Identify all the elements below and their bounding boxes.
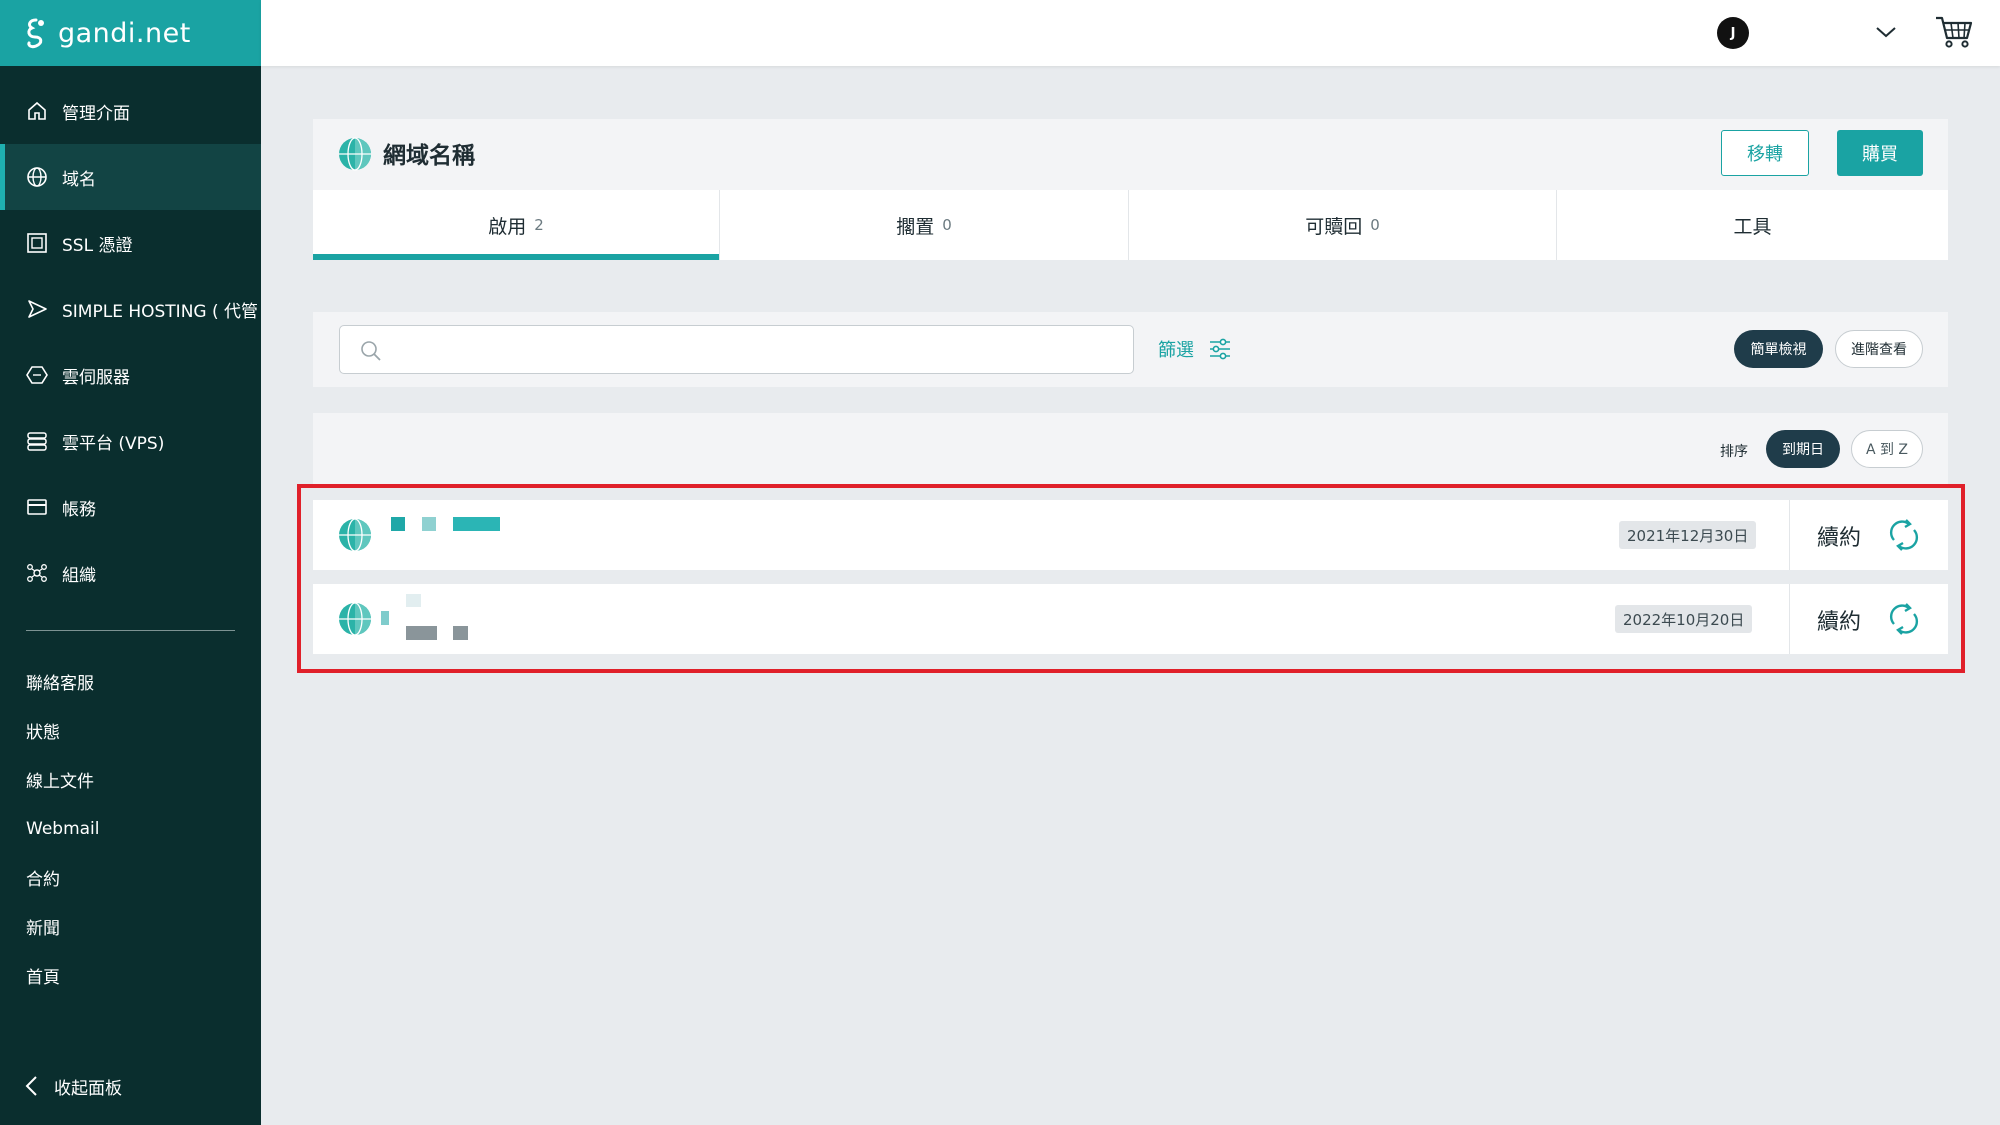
globe-icon <box>339 137 371 171</box>
link-docs[interactable]: 線上文件 <box>0 755 261 804</box>
tab-count: 0 <box>1370 216 1380 234</box>
sidebar-item-label: 域名 <box>62 169 96 190</box>
main-nav: 管理介面 域名 SSL 憑證 SIMPLE HOSTING ( 代管 雲伺服器 … <box>0 78 261 606</box>
tab-on-hold[interactable]: 擱置 0 <box>720 190 1129 260</box>
top-bar: J <box>261 0 2000 66</box>
tab-tools[interactable]: 工具 <box>1557 190 1948 260</box>
tab-label: 啟用 <box>488 215 527 238</box>
tab-count: 2 <box>534 216 544 234</box>
sort-label: 排序 <box>1720 444 1748 460</box>
link-contact-support[interactable]: 聯絡客服 <box>0 657 261 706</box>
certificate-icon <box>27 233 47 253</box>
simple-view-toggle[interactable]: 簡單檢視 <box>1734 330 1823 368</box>
sidebar-item-label: 組織 <box>62 565 96 586</box>
sidebar-item-label: SIMPLE HOSTING ( 代管 <box>62 301 259 322</box>
cloud-server-icon <box>26 366 48 384</box>
chevron-left-icon <box>25 1076 37 1096</box>
secondary-nav: 聯絡客服 狀態 線上文件 Webmail 合約 新聞 首頁 <box>0 657 261 1000</box>
organization-icon <box>27 564 47 582</box>
sidebar-item-domains[interactable]: 域名 <box>0 144 261 210</box>
tab-label: 擱置 <box>896 215 935 238</box>
card-icon <box>27 499 47 515</box>
sidebar-item-ssl[interactable]: SSL 憑證 <box>0 210 261 276</box>
domains-header: 網域名稱 移轉 購買 <box>313 119 1948 190</box>
page-title: 網域名稱 <box>383 143 475 169</box>
link-contracts[interactable]: 合約 <box>0 853 261 902</box>
buy-button[interactable]: 購買 <box>1837 130 1923 176</box>
sidebar-item-organization[interactable]: 組織 <box>0 540 261 606</box>
gandi-logo-icon <box>27 18 44 49</box>
tab-active[interactable]: 啟用 2 <box>313 190 720 260</box>
sidebar-item-label: 雲平台 (VPS) <box>62 433 165 454</box>
sidebar-item-label: SSL 憑證 <box>62 235 133 256</box>
link-news[interactable]: 新聞 <box>0 902 261 951</box>
sort-by-expiry-button[interactable]: 到期日 <box>1766 430 1840 468</box>
avatar[interactable]: J <box>1717 17 1749 49</box>
sidebar-item-cloud-server[interactable]: 雲伺服器 <box>0 342 261 408</box>
sort-alpha-button[interactable]: A 到 Z <box>1851 430 1923 468</box>
filter-button[interactable]: 篩選 <box>1158 336 1232 362</box>
sidebar-divider <box>26 630 235 631</box>
sidebar-item-label: 雲伺服器 <box>62 367 130 388</box>
filter-label: 篩選 <box>1158 340 1194 361</box>
transfer-button[interactable]: 移轉 <box>1721 130 1809 176</box>
sliders-icon <box>1210 338 1230 360</box>
tab-count: 0 <box>942 216 952 234</box>
brand-name: gandi.net <box>58 17 191 49</box>
search-icon <box>361 341 381 361</box>
highlight-box <box>297 484 1965 673</box>
tab-label: 工具 <box>1733 215 1772 238</box>
advanced-view-toggle[interactable]: 進階查看 <box>1835 330 1923 368</box>
search-box <box>339 325 1134 374</box>
collapse-label: 收起面板 <box>54 1078 122 1099</box>
home-icon <box>28 101 46 120</box>
link-home[interactable]: 首頁 <box>0 951 261 1000</box>
sort-bar: 排序 到期日 A 到 Z <box>313 413 1948 487</box>
sidebar-item-billing[interactable]: 帳務 <box>0 474 261 540</box>
sidebar-item-label: 帳務 <box>62 499 96 520</box>
send-icon <box>28 300 47 318</box>
domain-tabs: 啟用 2 擱置 0 可贖回 0 工具 <box>313 190 1948 260</box>
sidebar: gandi.net 管理介面 域名 SSL 憑證 SIMPLE HOSTING … <box>0 0 261 1125</box>
sidebar-item-dashboard[interactable]: 管理介面 <box>0 78 261 144</box>
link-webmail[interactable]: Webmail <box>0 804 261 853</box>
link-status[interactable]: 狀態 <box>0 706 261 755</box>
filter-bar: 篩選 簡單檢視 進階查看 <box>313 312 1948 387</box>
collapse-panel-button[interactable]: 收起面板 <box>0 1063 122 1109</box>
sidebar-item-vps[interactable]: 雲平台 (VPS) <box>0 408 261 474</box>
cart-icon[interactable] <box>1934 14 1974 50</box>
server-stack-icon <box>27 432 47 451</box>
search-input[interactable] <box>394 334 1114 366</box>
tab-label: 可贖回 <box>1305 215 1363 238</box>
sidebar-item-simple-hosting[interactable]: SIMPLE HOSTING ( 代管 <box>0 276 261 342</box>
sidebar-item-label: 管理介面 <box>62 103 130 124</box>
globe-icon <box>27 167 47 187</box>
chevron-down-icon[interactable] <box>1875 24 1897 40</box>
tab-redeemable[interactable]: 可贖回 0 <box>1129 190 1557 260</box>
brand-logo[interactable]: gandi.net <box>0 0 261 66</box>
